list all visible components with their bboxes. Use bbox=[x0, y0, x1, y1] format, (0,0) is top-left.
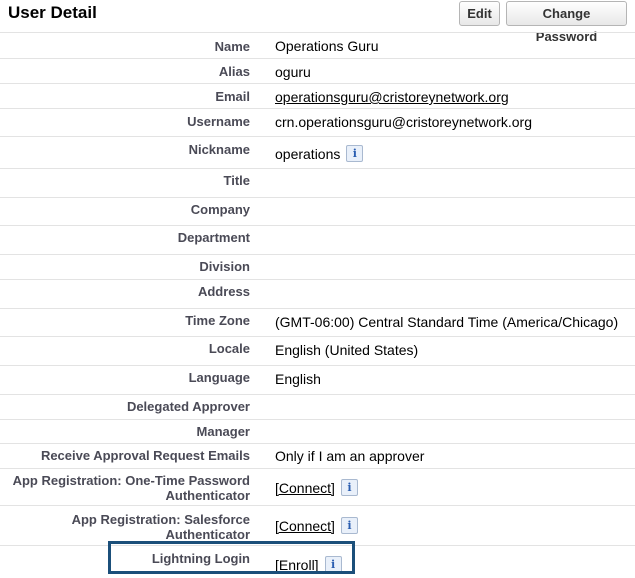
change-password-button[interactable]: Change Password bbox=[506, 1, 627, 44]
field-value: English bbox=[275, 371, 321, 387]
connect-link[interactable]: [Connect] bbox=[275, 480, 335, 496]
email-link[interactable]: operationsguru@cristoreynetwork.org bbox=[275, 89, 509, 105]
field-value: oguru bbox=[275, 64, 311, 80]
field-row-otp-authenticator: App Registration: One-Time Password Authe… bbox=[0, 468, 635, 505]
field-value: (GMT-06:00) Central Standard Time (Ameri… bbox=[275, 314, 619, 330]
field-row-name: Name Operations Guru bbox=[0, 32, 635, 58]
highlight-box bbox=[108, 541, 355, 574]
field-value: Only if I am an approver bbox=[275, 448, 425, 464]
field-label: App Registration: One-Time Password Authe… bbox=[12, 473, 250, 503]
field-label: Division bbox=[199, 259, 250, 274]
nickname-text: operations bbox=[275, 146, 341, 162]
field-row-locale: Locale English (United States) bbox=[0, 336, 635, 365]
field-value: [Connect] i bbox=[275, 517, 358, 535]
field-row-manager: Manager bbox=[0, 419, 635, 443]
info-icon[interactable]: i bbox=[340, 479, 358, 496]
edit-button[interactable]: Edit bbox=[459, 1, 500, 26]
field-label: Title bbox=[223, 173, 251, 188]
field-label: Receive Approval Request Emails bbox=[40, 448, 250, 463]
field-row-timezone: Time Zone (GMT-06:00) Central Standard T… bbox=[0, 308, 635, 336]
field-label: Time Zone bbox=[185, 313, 250, 328]
field-value: [Connect] i bbox=[275, 479, 358, 497]
field-label: Alias bbox=[218, 64, 250, 79]
field-label: Company bbox=[190, 202, 250, 217]
field-label: Name bbox=[214, 39, 250, 54]
info-icon[interactable]: i bbox=[346, 145, 364, 162]
connect-link[interactable]: [Connect] bbox=[275, 518, 335, 534]
field-row-username: Username crn.operationsguru@cristoreynet… bbox=[0, 108, 635, 136]
field-value: Operations Guru bbox=[275, 38, 379, 54]
field-label: Department bbox=[177, 230, 250, 245]
field-value: crn.operationsguru@cristoreynetwork.org bbox=[275, 114, 532, 130]
field-label: App Registration: Salesforce Authenticato… bbox=[71, 512, 250, 542]
field-label: Username bbox=[187, 114, 250, 129]
field-row-department: Department bbox=[0, 225, 635, 254]
field-row-alias: Alias oguru bbox=[0, 58, 635, 83]
field-value: operations i bbox=[275, 145, 364, 163]
info-icon[interactable]: i bbox=[340, 517, 358, 534]
field-label: Address bbox=[197, 284, 250, 299]
field-value: operationsguru@cristoreynetwork.org bbox=[275, 89, 509, 106]
field-row-nickname: Nickname operations i bbox=[0, 136, 635, 168]
field-row-company: Company bbox=[0, 197, 635, 225]
field-row-salesforce-authenticator: App Registration: Salesforce Authenticato… bbox=[0, 505, 635, 545]
field-row-title: Title bbox=[0, 168, 635, 197]
section-title: User Detail bbox=[8, 3, 97, 22]
field-row-division: Division bbox=[0, 254, 635, 279]
field-label: Email bbox=[215, 89, 250, 104]
field-label: Nickname bbox=[188, 142, 250, 157]
field-label: Language bbox=[188, 370, 250, 385]
field-label: Locale bbox=[208, 341, 250, 356]
field-row-approval-emails: Receive Approval Request Emails Only if … bbox=[0, 443, 635, 468]
field-row-address: Address bbox=[0, 279, 635, 308]
field-value: English (United States) bbox=[275, 342, 419, 358]
field-label: Manager bbox=[196, 424, 250, 439]
field-row-delegated-approver: Delegated Approver bbox=[0, 394, 635, 419]
field-row-email: Email operationsguru@cristoreynetwork.or… bbox=[0, 83, 635, 108]
field-row-language: Language English bbox=[0, 365, 635, 394]
section-header: User Detail Edit Change Password bbox=[0, 0, 635, 44]
field-label: Delegated Approver bbox=[126, 399, 250, 414]
